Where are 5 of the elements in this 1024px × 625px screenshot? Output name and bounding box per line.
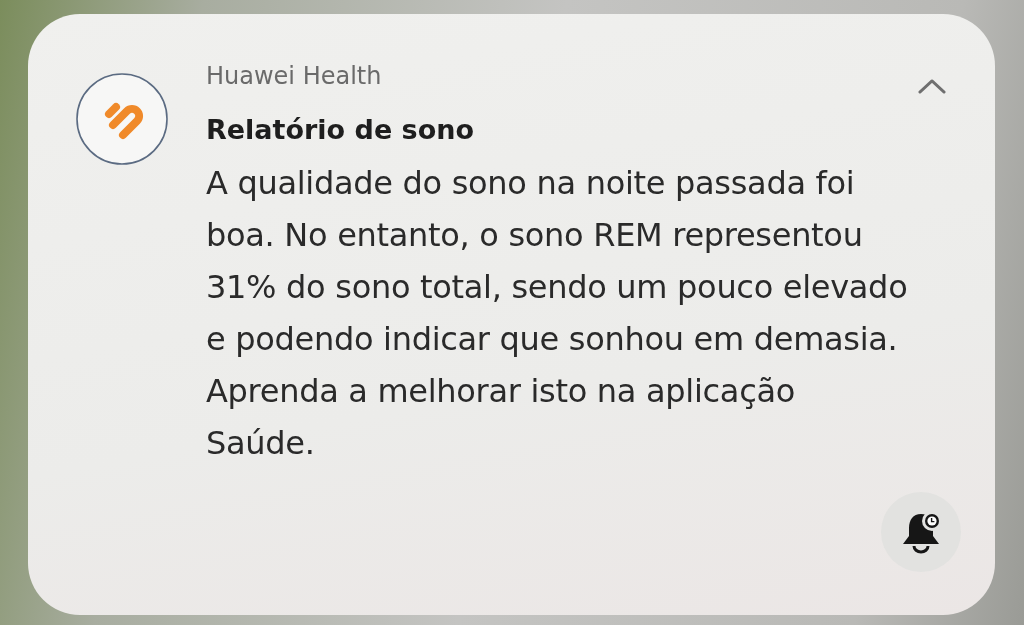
notification-message: A qualidade do sono na noite passada foi boa. No entanto, o sono REM representou 31% do sono total, sendo um pouco elevado e podendo indicar que sonhou em demasia. Aprenda a melhorar isto na aplicação Saúde. [206,163,909,464]
app-name: Huawei Health [206,61,382,92]
notification-title: Relatório de sono [206,113,474,147]
heart-logo-icon [76,73,168,165]
chevron-up-icon [918,78,946,94]
